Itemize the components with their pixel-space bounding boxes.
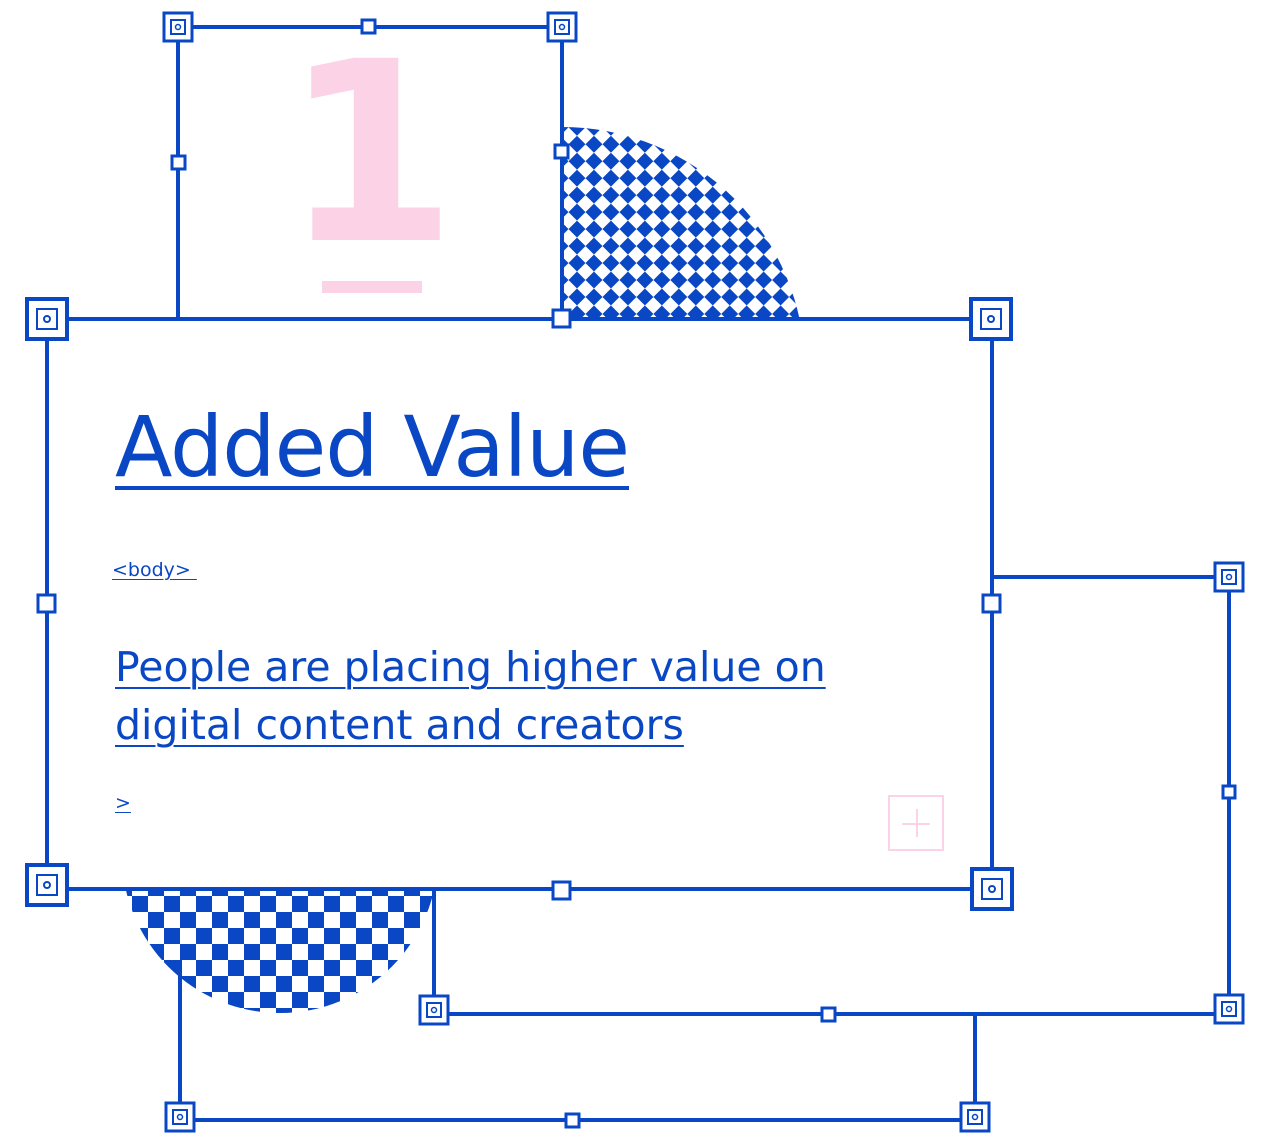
body-open-tag-link[interactable]: <body> bbox=[112, 559, 197, 581]
big-number-underline bbox=[322, 281, 422, 293]
big-number: 1 bbox=[283, 8, 457, 299]
canvas: 1 Added Value <body> People are placing … bbox=[0, 0, 1271, 1145]
square-handle-icon[interactable] bbox=[1221, 784, 1237, 800]
square-handle-icon[interactable] bbox=[1213, 561, 1245, 593]
square-handle-icon[interactable] bbox=[564, 1112, 581, 1129]
square-handle-icon[interactable] bbox=[164, 1101, 196, 1133]
square-handle-icon[interactable] bbox=[820, 1006, 837, 1023]
square-handle-icon[interactable] bbox=[959, 1101, 991, 1133]
square-handle-icon[interactable] bbox=[360, 18, 377, 35]
square-handle-icon[interactable] bbox=[1213, 993, 1245, 1025]
square-handle-icon[interactable] bbox=[418, 994, 450, 1026]
plus-icon[interactable] bbox=[888, 795, 944, 851]
square-handle-icon[interactable] bbox=[546, 11, 578, 43]
content-card: Added Value <body> People are placing hi… bbox=[47, 319, 992, 889]
headline-link[interactable]: Added Value bbox=[115, 397, 630, 497]
body-text-link[interactable]: People are placing higher value on digit… bbox=[115, 638, 915, 754]
square-handle-icon[interactable] bbox=[170, 154, 187, 171]
close-tag-link[interactable]: > bbox=[115, 792, 131, 814]
square-handle-icon[interactable] bbox=[162, 11, 194, 43]
square-handle-icon[interactable] bbox=[553, 143, 570, 160]
